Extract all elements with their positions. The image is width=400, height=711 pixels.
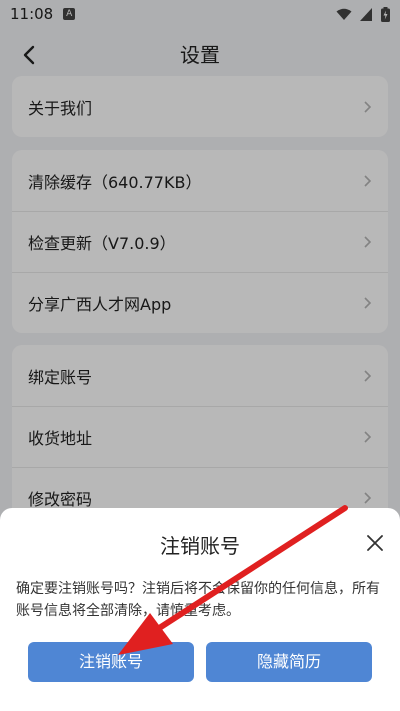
close-icon[interactable] [366,534,384,552]
dialog-title: 注销账号 [160,534,240,558]
confirm-deregister-button[interactable]: 注销账号 [28,642,194,682]
dialog-message: 确定要注销账号吗？注销后将不会保留你的任何信息，所有账号信息将全部清除，请慎重考… [16,581,380,619]
hide-resume-button[interactable]: 隐藏简历 [206,642,372,682]
deregister-dialog: 注销账号 确定要注销账号吗？注销后将不会保留你的任何信息，所有账号信息将全部清除… [0,508,400,711]
